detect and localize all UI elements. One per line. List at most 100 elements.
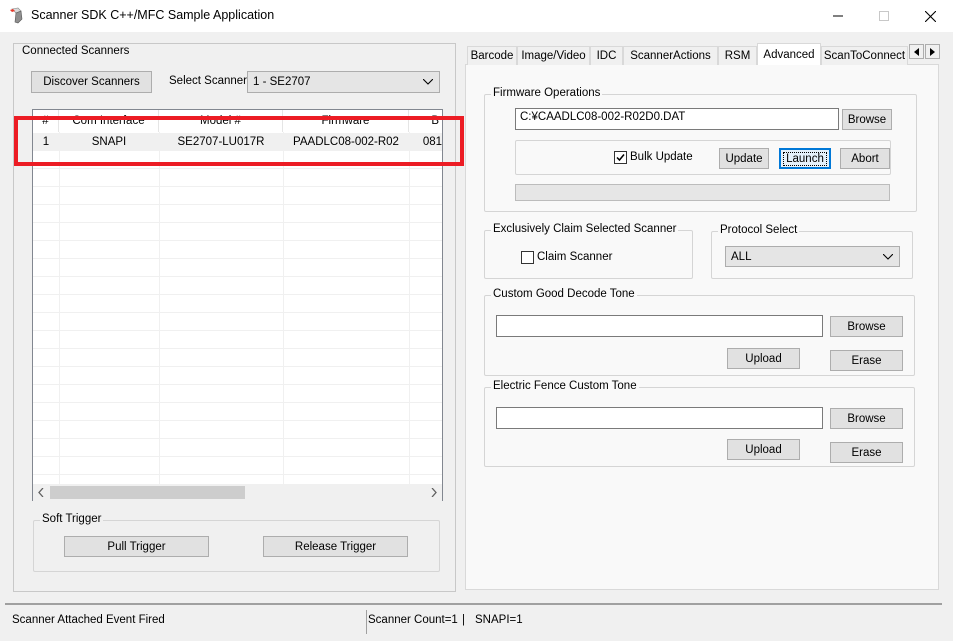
tab-scanner-actions[interactable]: ScannerActions: [623, 46, 718, 65]
claim-scanner-title: Exclusively Claim Selected Scanner: [491, 223, 679, 235]
grid-line: [33, 294, 442, 295]
tab-strip: Barcode Image/Video IDC ScannerActions R…: [467, 43, 942, 65]
protocol-select-title: Protocol Select: [718, 224, 800, 236]
minimize-button[interactable]: [815, 0, 861, 32]
launch-button[interactable]: Launch: [779, 148, 831, 169]
tab-scroll-left-button[interactable]: [909, 44, 924, 59]
status-message: Scanner Attached Event Fired: [12, 614, 165, 626]
protocol-select-value: ALL: [731, 250, 752, 263]
update-button[interactable]: Update: [719, 148, 769, 169]
discover-scanners-button[interactable]: Discover Scanners: [31, 71, 152, 93]
grid-line: [409, 132, 410, 484]
tab-barcode[interactable]: Barcode: [467, 46, 517, 65]
firmware-path-input[interactable]: C:¥CAADLC08-002-R02D0.DAT: [515, 108, 839, 130]
minimize-icon: [833, 15, 843, 17]
fence-tone-group: Electric Fence Custom Tone Browse Upload…: [484, 380, 915, 467]
tab-image-video[interactable]: Image/Video: [517, 46, 590, 65]
abort-button[interactable]: Abort: [840, 148, 890, 169]
grid-line: [59, 132, 60, 484]
status-separator: [5, 603, 942, 605]
status-pipe: |: [462, 614, 465, 626]
grid-line: [33, 420, 442, 421]
decode-tone-title: Custom Good Decode Tone: [491, 288, 637, 300]
advanced-tab-panel: Firmware Operations C:¥CAADLC08-002-R02D…: [465, 64, 939, 590]
firmware-actions-box: Bulk Update Update Launch Abort: [515, 140, 891, 175]
close-icon: [924, 10, 936, 22]
grid-line: [33, 348, 442, 349]
protocol-select-dropdown[interactable]: ALL: [725, 246, 900, 267]
fence-tone-browse-button[interactable]: Browse: [830, 408, 903, 429]
scroll-left-icon[interactable]: [38, 488, 44, 497]
grid-line: [33, 240, 442, 241]
scanner-list[interactable]: # Com Interface Model # Firmware B 1 SNA…: [32, 109, 443, 501]
chevron-down-icon: [883, 254, 893, 260]
tab-rsm[interactable]: RSM: [718, 46, 757, 65]
chevron-down-icon: [423, 79, 433, 85]
checkmark-icon: [616, 154, 625, 162]
decode-tone-group: Custom Good Decode Tone Browse Upload Er…: [484, 288, 915, 376]
scanner-count-status: Scanner Count=1: [368, 614, 458, 626]
tab-advanced[interactable]: Advanced: [757, 43, 821, 65]
grid-line: [33, 402, 442, 403]
grid-line: [33, 204, 442, 205]
firmware-progress-bar: [515, 184, 890, 201]
arrow-left-icon: [914, 47, 919, 56]
app-icon: [9, 7, 25, 25]
soft-trigger-title: Soft Trigger: [40, 513, 104, 525]
status-bar: Scanner Attached Event Fired Scanner Cou…: [0, 600, 953, 641]
snapi-status: SNAPI=1: [475, 614, 523, 626]
grid-line: [33, 312, 442, 313]
grid-line: [33, 438, 442, 439]
connected-scanners-title: Connected Scanners: [22, 45, 130, 57]
grid-line: [33, 456, 442, 457]
select-scanner-value: 1 - SE2707: [253, 76, 311, 88]
claim-scanner-group: Exclusively Claim Selected Scanner Claim…: [484, 223, 693, 279]
list-horizontal-scrollbar[interactable]: [33, 484, 442, 501]
grid-line: [33, 330, 442, 331]
claim-scanner-checkbox[interactable]: [521, 251, 534, 264]
tab-scroll-right-button[interactable]: [925, 44, 940, 59]
close-button[interactable]: [907, 0, 953, 32]
grid-line: [33, 276, 442, 277]
grid-line: [33, 222, 442, 223]
scroll-right-icon[interactable]: [431, 488, 437, 497]
maximize-icon: [879, 11, 889, 21]
fence-tone-erase-button[interactable]: Erase: [830, 442, 903, 463]
launch-button-label: Launch: [783, 151, 827, 166]
decode-tone-erase-button[interactable]: Erase: [830, 350, 903, 371]
bulk-update-checkbox[interactable]: [614, 151, 627, 164]
highlight-box: [14, 116, 464, 166]
decode-tone-path-input[interactable]: [496, 315, 823, 337]
firmware-operations-title: Firmware Operations: [491, 87, 603, 99]
tab-scan-to-connect[interactable]: ScanToConnect: [821, 46, 908, 65]
firmware-operations-group: Firmware Operations C:¥CAADLC08-002-R02D…: [484, 87, 917, 212]
pull-trigger-button[interactable]: Pull Trigger: [64, 536, 209, 557]
status-divider: [366, 610, 367, 634]
select-scanner-label: Select Scanner: [169, 75, 247, 87]
fence-tone-path-input[interactable]: [496, 407, 823, 429]
grid-line: [33, 384, 442, 385]
fence-tone-upload-button[interactable]: Upload: [727, 439, 800, 460]
tab-idc[interactable]: IDC: [590, 46, 623, 65]
bulk-update-label: Bulk Update: [630, 151, 693, 163]
decode-tone-upload-button[interactable]: Upload: [727, 348, 800, 369]
soft-trigger-group: Soft Trigger Pull Trigger Release Trigge…: [33, 513, 440, 572]
scroll-thumb[interactable]: [50, 486, 245, 499]
fence-tone-title: Electric Fence Custom Tone: [491, 380, 639, 392]
maximize-button[interactable]: [861, 0, 907, 32]
window-title: Scanner SDK C++/MFC Sample Application: [31, 8, 275, 22]
select-scanner-dropdown[interactable]: 1 - SE2707: [247, 71, 440, 93]
release-trigger-button[interactable]: Release Trigger: [263, 536, 408, 557]
arrow-right-icon: [930, 47, 935, 56]
firmware-browse-button[interactable]: Browse: [842, 109, 892, 130]
grid-line: [33, 366, 442, 367]
decode-tone-browse-button[interactable]: Browse: [830, 316, 903, 337]
grid-line: [283, 132, 284, 484]
title-bar: Scanner SDK C++/MFC Sample Application: [0, 0, 953, 32]
grid-line: [33, 168, 442, 169]
claim-scanner-label: Claim Scanner: [537, 251, 613, 263]
grid-line: [33, 474, 442, 475]
grid-line: [33, 186, 442, 187]
grid-line: [159, 132, 160, 484]
protocol-select-group: Protocol Select ALL: [711, 224, 913, 279]
